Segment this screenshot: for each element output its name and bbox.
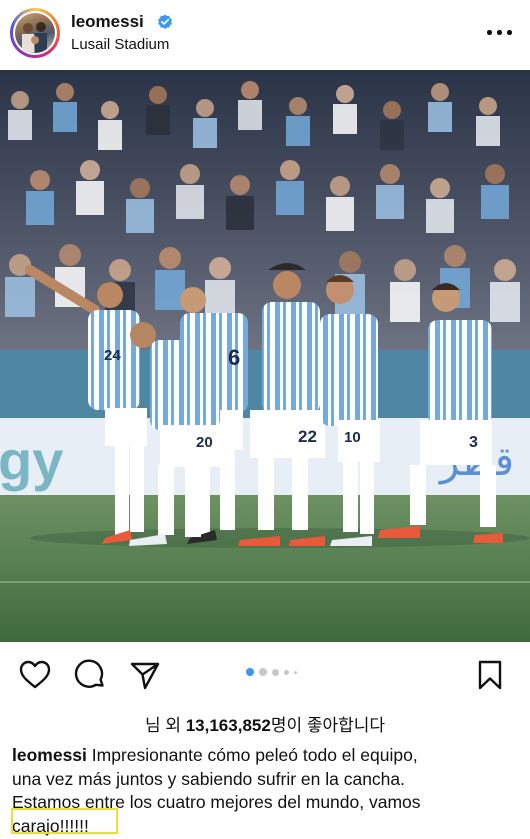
post-photo[interactable]: gy قطر 24 (0, 70, 530, 642)
post-username[interactable]: leomessi (71, 12, 144, 32)
caption-line: Impresionante cómo peleó todo el equipo, (91, 745, 418, 765)
jersey-number: 3 (469, 434, 478, 451)
post-header: leomessi Lusail Stadium (0, 0, 530, 70)
likes-number: 13,163,852 (185, 716, 271, 735)
bookmark-icon[interactable] (473, 658, 507, 692)
banner-text-left: gy (0, 429, 63, 492)
carousel-dot (259, 668, 267, 676)
carousel-dot (294, 671, 297, 674)
caption-username[interactable]: leomessi (12, 745, 87, 765)
verified-badge-icon (158, 14, 172, 29)
heart-icon[interactable] (18, 658, 52, 692)
jersey-number: 20 (196, 434, 213, 451)
share-icon[interactable] (128, 658, 162, 692)
jersey-number: 24 (104, 347, 121, 364)
carousel-dot (284, 670, 289, 675)
likes-suffix: 명이 좋아합니다 (270, 716, 386, 735)
likes-prefix: 님 외 (144, 716, 186, 735)
jersey-number: 22 (298, 427, 317, 446)
jersey-number: 10 (344, 429, 361, 446)
likes-count[interactable]: 님 외 13,163,852명이 좋아합니다 (0, 711, 530, 736)
avatar-photo (15, 13, 55, 53)
carousel-dot (272, 669, 279, 676)
caption-line: una vez más juntos y sabiendo sufrir en … (12, 768, 405, 789)
profile-avatar[interactable] (10, 8, 60, 58)
post-location[interactable]: Lusail Stadium (71, 36, 169, 53)
comment-icon[interactable] (73, 658, 107, 692)
jersey-number: 6 (228, 345, 240, 370)
highlight-box (11, 808, 118, 834)
more-horizontal-icon[interactable] (484, 20, 516, 46)
carousel-dot (246, 668, 254, 676)
